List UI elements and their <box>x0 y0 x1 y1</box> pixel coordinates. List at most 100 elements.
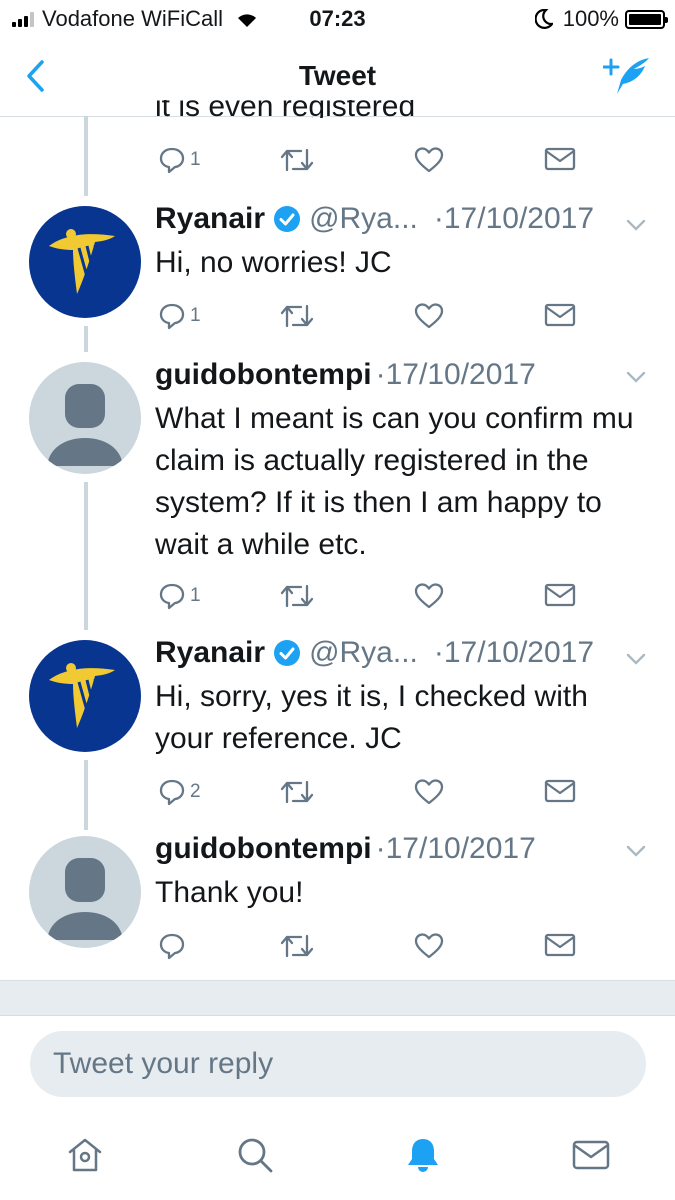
direct-message-button[interactable] <box>544 302 576 328</box>
tweet-actions: 1 <box>0 146 675 180</box>
tweet-actions: 2 <box>0 778 675 812</box>
notifications-icon <box>408 1139 438 1172</box>
username[interactable]: @Rya... <box>309 636 418 670</box>
reply-icon <box>159 933 185 960</box>
reply-icon <box>159 583 185 610</box>
moon-icon <box>534 9 553 29</box>
reply-count: 1 <box>190 149 201 170</box>
tweet-text: Hi, sorry, yes it is, I checked with you… <box>155 680 588 755</box>
retweet-button[interactable] <box>280 582 314 610</box>
reply-count: 2 <box>190 781 201 802</box>
username[interactable]: @Rya... <box>309 202 418 236</box>
tab-notifications[interactable] <box>398 1130 448 1180</box>
tab-messages[interactable] <box>566 1130 616 1180</box>
tab-search[interactable] <box>230 1130 280 1180</box>
tweet-header: Ryanair @Rya... ·17/10/2017 <box>155 636 594 670</box>
display-name[interactable]: Ryanair <box>155 636 265 670</box>
tweet-actions <box>0 932 675 966</box>
tweet-date[interactable]: ·17/10/2017 <box>376 358 536 392</box>
reply-icon <box>159 779 185 806</box>
clipped-tweet-text: it is even registered <box>155 100 416 118</box>
tweet-date[interactable]: ·17/10/2017 <box>434 636 594 670</box>
avatar[interactable] <box>29 362 141 474</box>
tweet[interactable]: Ryanair @Rya... ·17/10/2017 Hi, sorry, y… <box>0 630 675 826</box>
heart-icon <box>414 933 444 959</box>
retweet-icon <box>280 780 314 804</box>
tweet-actions: 1 <box>0 302 675 336</box>
battery-percent: 100% <box>562 6 619 31</box>
reply-button[interactable]: 1 <box>158 302 201 330</box>
reply-button[interactable]: 1 <box>158 582 201 610</box>
tweet[interactable]: guidobontempi ·17/10/2017 What I meant i… <box>0 352 675 628</box>
verified-badge-icon <box>274 640 301 666</box>
status-right: 100% <box>534 6 668 32</box>
reply-button[interactable]: 2 <box>158 778 201 806</box>
display-name[interactable]: guidobontempi <box>155 358 372 392</box>
envelope-icon <box>544 779 576 803</box>
tab-bar <box>0 1110 675 1200</box>
reply-count: 1 <box>190 585 201 606</box>
reply-button[interactable] <box>158 932 190 960</box>
compose-tweet-icon[interactable] <box>603 54 653 98</box>
home-icon <box>68 1138 102 1172</box>
battery-icon <box>625 9 668 29</box>
chevron-down-icon[interactable] <box>625 652 647 666</box>
like-button[interactable] <box>414 932 444 960</box>
heart-icon <box>414 583 444 609</box>
retweet-button[interactable] <box>280 778 314 806</box>
reply-icon <box>159 303 185 330</box>
retweet-button[interactable] <box>280 932 314 960</box>
heart-icon <box>414 147 444 173</box>
like-button[interactable] <box>414 146 444 174</box>
like-button[interactable] <box>414 302 444 330</box>
page-title: Tweet <box>298 60 377 91</box>
heart-icon <box>414 779 444 805</box>
tweet-date[interactable]: ·17/10/2017 <box>376 832 536 866</box>
default-profile-icon <box>47 384 123 466</box>
like-button[interactable] <box>414 582 444 610</box>
tab-home[interactable] <box>60 1130 110 1180</box>
reply-input[interactable]: Tweet your reply <box>30 1031 646 1097</box>
tweet-text: Hi, no worries! JC <box>155 246 392 279</box>
status-bar: Vodafone WiFiCall 07:23 100% <box>0 0 675 38</box>
direct-message-button[interactable] <box>544 582 576 608</box>
retweet-button[interactable] <box>280 302 314 330</box>
envelope-icon <box>544 933 576 957</box>
ryanair-logo-icon <box>49 663 115 728</box>
retweet-button[interactable] <box>280 146 314 174</box>
search-icon <box>238 1138 273 1173</box>
direct-message-button[interactable] <box>544 932 576 958</box>
tweet[interactable]: guidobontempi ·17/10/2017 Thank you! <box>0 826 675 976</box>
direct-message-button[interactable] <box>544 146 576 172</box>
envelope-icon <box>544 147 576 171</box>
tweet-date[interactable]: ·17/10/2017 <box>434 202 594 236</box>
tweet-header: guidobontempi ·17/10/2017 <box>155 832 536 866</box>
retweet-icon <box>280 304 314 328</box>
envelope-icon <box>544 583 576 607</box>
tweet-text: Thank you! <box>155 876 304 909</box>
verified-badge-icon <box>274 206 301 232</box>
reply-button[interactable]: 1 <box>158 146 201 174</box>
display-name[interactable]: Ryanair <box>155 202 265 236</box>
tweet-header: guidobontempi ·17/10/2017 <box>155 358 536 392</box>
tweet-header: Ryanair @Rya... ·17/10/2017 <box>155 202 594 236</box>
tweet-actions: 1 <box>0 582 675 616</box>
chevron-down-icon[interactable] <box>625 844 647 858</box>
tweet[interactable]: Ryanair @Rya... ·17/10/2017 Hi, no worri… <box>0 196 675 344</box>
reply-icon <box>159 147 185 174</box>
messages-icon <box>572 1140 610 1170</box>
like-button[interactable] <box>414 778 444 806</box>
section-divider <box>0 980 675 1016</box>
chevron-down-icon[interactable] <box>625 218 647 232</box>
retweet-icon <box>280 584 314 608</box>
direct-message-button[interactable] <box>544 778 576 804</box>
retweet-icon <box>280 934 314 958</box>
chevron-down-icon[interactable] <box>625 370 647 384</box>
envelope-icon <box>544 303 576 327</box>
heart-icon <box>414 303 444 329</box>
retweet-icon <box>280 148 314 172</box>
reply-count: 1 <box>190 305 201 326</box>
display-name[interactable]: guidobontempi <box>155 832 372 866</box>
tweet-text: What I meant is can you confirm mu claim… <box>155 402 634 561</box>
avatar[interactable] <box>29 640 141 752</box>
